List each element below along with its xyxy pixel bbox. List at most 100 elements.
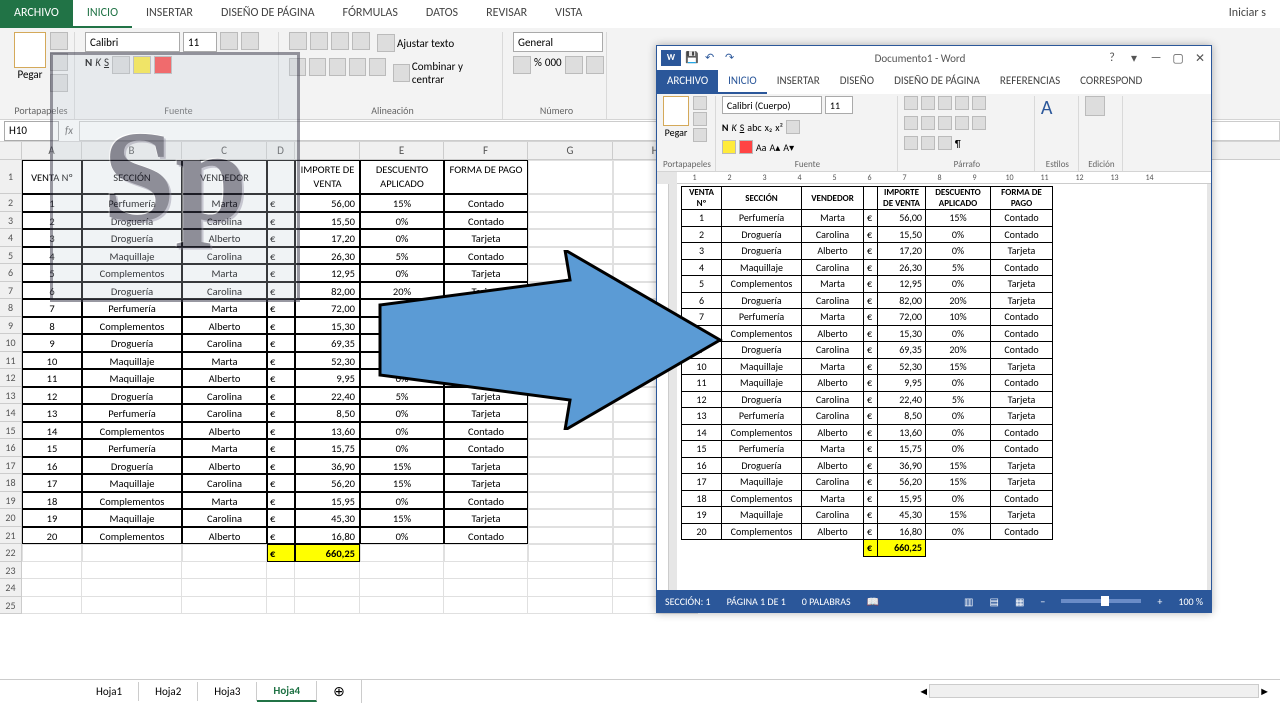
cut-icon[interactable] bbox=[693, 96, 707, 110]
word-document-area[interactable]: 1234567891011121314 VENTA NºSECCIÓNVENDE… bbox=[657, 172, 1211, 590]
read-mode-icon[interactable]: ▥ bbox=[964, 595, 973, 608]
shading-icon[interactable] bbox=[904, 136, 918, 150]
font-size-combo[interactable]: 11 bbox=[183, 32, 217, 52]
number-format-combo[interactable]: General bbox=[513, 32, 603, 52]
inc-decimal-icon[interactable] bbox=[565, 56, 583, 74]
word-tab-design[interactable]: DISEÑO bbox=[830, 70, 884, 94]
word-font-color-icon[interactable] bbox=[739, 140, 753, 154]
tab-datos[interactable]: DATOS bbox=[412, 0, 472, 28]
grow-font-icon[interactable]: A▴ bbox=[769, 141, 780, 154]
redo-icon[interactable]: ↷ bbox=[725, 51, 739, 65]
ribbon-opts-button[interactable]: ▾ bbox=[1123, 51, 1145, 66]
word-tab-insertar[interactable]: INSERTAR bbox=[767, 70, 830, 94]
shrink-font-icon[interactable]: A▾ bbox=[783, 141, 794, 154]
align-mid-icon[interactable] bbox=[310, 32, 328, 50]
sheet-hoja4[interactable]: Hoja4 bbox=[257, 681, 317, 702]
dec-decimal-icon[interactable] bbox=[586, 56, 604, 74]
word-tab-refs[interactable]: REFERENCIAS bbox=[990, 70, 1070, 94]
word-bold[interactable]: N bbox=[722, 121, 729, 134]
align-bot-icon[interactable] bbox=[331, 32, 349, 50]
cut-icon[interactable] bbox=[50, 32, 68, 50]
align-left-icon[interactable] bbox=[904, 116, 918, 130]
multilevel-icon[interactable] bbox=[938, 96, 952, 110]
orientation-icon[interactable] bbox=[352, 32, 370, 50]
paste-button[interactable]: Pegar bbox=[14, 32, 46, 81]
help-button[interactable]: ? bbox=[1101, 51, 1123, 65]
sort-icon[interactable] bbox=[938, 136, 952, 150]
zoom-out[interactable]: − bbox=[1040, 595, 1045, 608]
strike-icon[interactable]: abc bbox=[747, 121, 761, 134]
tab-layout[interactable]: DISEÑO DE PÁGINA bbox=[207, 0, 329, 28]
change-case-icon[interactable]: Aa bbox=[756, 141, 767, 154]
align-center-icon[interactable] bbox=[921, 116, 935, 130]
tab-revisar[interactable]: REVISAR bbox=[472, 0, 541, 28]
tab-inicio[interactable]: INICIO bbox=[73, 0, 132, 28]
styles-icon[interactable]: A bbox=[1041, 96, 1053, 120]
sign-in[interactable]: Iniciar s bbox=[1215, 0, 1280, 28]
indent-inc-icon[interactable] bbox=[369, 58, 386, 76]
word-size-combo[interactable]: 11 bbox=[825, 96, 853, 114]
indent-inc-icon[interactable] bbox=[972, 96, 986, 110]
align-right-icon[interactable] bbox=[329, 58, 346, 76]
horiz-scrollbar[interactable]: ◄► bbox=[918, 679, 1270, 703]
copy-icon[interactable] bbox=[693, 112, 707, 126]
close-button[interactable]: ✕ bbox=[1189, 51, 1211, 66]
align-right-icon[interactable] bbox=[938, 116, 952, 130]
add-sheet-button[interactable]: ⊕ bbox=[317, 680, 362, 703]
indent-dec-icon[interactable] bbox=[349, 58, 366, 76]
word-italic[interactable]: K bbox=[731, 121, 736, 134]
word-tab-layout[interactable]: DISEÑO DE PÁGINA bbox=[884, 70, 990, 94]
sheet-hoja2[interactable]: Hoja2 bbox=[139, 682, 198, 701]
percent-icon[interactable]: % bbox=[534, 56, 542, 74]
word-table[interactable]: VENTA NºSECCIÓNVENDEDORIMPORTE DE VENTAD… bbox=[681, 186, 1053, 557]
align-top-icon[interactable] bbox=[289, 32, 307, 50]
highlight-icon[interactable] bbox=[722, 140, 736, 154]
line-spacing-icon[interactable] bbox=[972, 116, 986, 130]
comma-icon[interactable]: 000 bbox=[545, 56, 562, 74]
numbering-icon[interactable] bbox=[921, 96, 935, 110]
save-icon[interactable]: 💾 bbox=[685, 51, 699, 65]
word-tab-inicio[interactable]: INICIO bbox=[718, 70, 767, 94]
format-painter-icon[interactable] bbox=[693, 128, 707, 142]
subscript-icon[interactable]: x₂ bbox=[765, 121, 773, 134]
word-underline[interactable]: S bbox=[740, 121, 745, 134]
undo-icon[interactable]: ↶ bbox=[705, 51, 719, 65]
word-font-combo[interactable]: Calibri (Cuerpo) bbox=[722, 96, 822, 114]
group-align: Alineación bbox=[289, 102, 496, 117]
tab-vista[interactable]: VISTA bbox=[541, 0, 596, 28]
find-icon[interactable] bbox=[1085, 96, 1105, 116]
sheet-hoja1[interactable]: Hoja1 bbox=[80, 682, 139, 701]
bullets-icon[interactable] bbox=[904, 96, 918, 110]
text-effects-icon[interactable] bbox=[786, 120, 800, 134]
status-words: 0 PALABRAS bbox=[802, 595, 851, 608]
grow-font-icon[interactable] bbox=[220, 32, 238, 50]
word-tab-archivo[interactable]: ARCHIVO bbox=[657, 70, 718, 94]
shrink-font-icon[interactable] bbox=[241, 32, 259, 50]
superscript-icon[interactable]: x² bbox=[775, 121, 783, 134]
word-group-font: Fuente bbox=[722, 157, 893, 170]
print-layout-icon[interactable]: ▤ bbox=[990, 595, 999, 608]
zoom-level[interactable]: 100 % bbox=[1178, 595, 1203, 608]
maximize-button[interactable]: ▢ bbox=[1167, 51, 1189, 66]
word-paste-button[interactable]: Pegar bbox=[663, 96, 689, 139]
tab-formulas[interactable]: FÓRMULAS bbox=[329, 0, 412, 28]
word-tab-mail[interactable]: CORRESPOND bbox=[1070, 70, 1152, 94]
proofing-icon[interactable]: 📖 bbox=[867, 595, 879, 608]
zoom-in[interactable]: + bbox=[1157, 595, 1162, 608]
ruler-horizontal[interactable]: 1234567891011121314 bbox=[677, 172, 1211, 184]
tab-insertar[interactable]: INSERTAR bbox=[132, 0, 207, 28]
zoom-slider[interactable] bbox=[1061, 599, 1141, 603]
currency-icon[interactable] bbox=[513, 56, 531, 74]
web-layout-icon[interactable]: ▦ bbox=[1015, 595, 1024, 608]
align-center-icon[interactable] bbox=[309, 58, 326, 76]
borders-icon[interactable] bbox=[921, 136, 935, 150]
wrap-text-button[interactable]: Ajustar texto bbox=[373, 32, 458, 54]
show-marks-icon[interactable]: ¶ bbox=[955, 137, 961, 150]
font-name-combo[interactable]: Calibri bbox=[85, 32, 180, 52]
tab-archivo[interactable]: ARCHIVO bbox=[0, 0, 73, 28]
sheet-hoja3[interactable]: Hoja3 bbox=[198, 682, 257, 701]
justify-icon[interactable] bbox=[955, 116, 969, 130]
indent-dec-icon[interactable] bbox=[955, 96, 969, 110]
merge-button[interactable]: Combinar y centrar bbox=[389, 58, 496, 88]
minimize-button[interactable]: — bbox=[1145, 51, 1167, 65]
